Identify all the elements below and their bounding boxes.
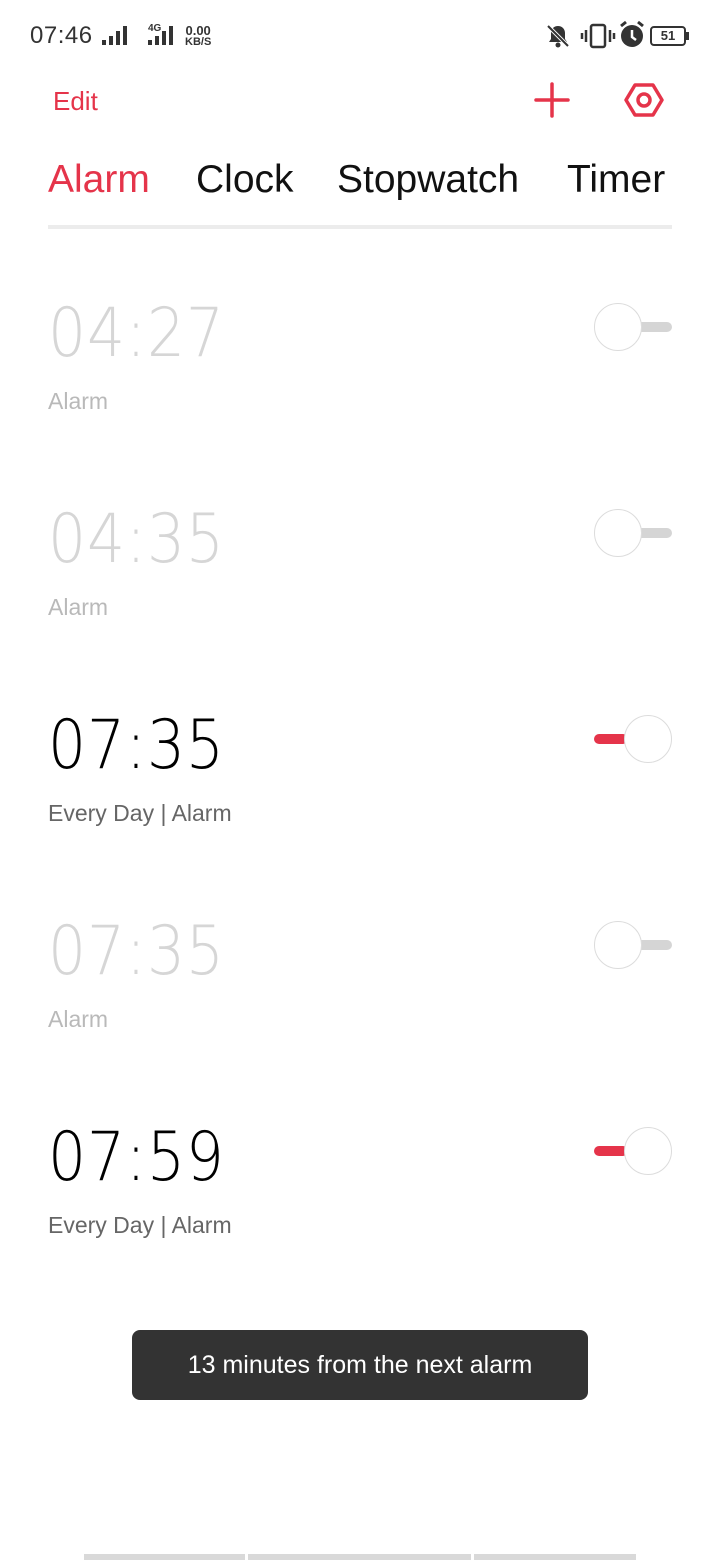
alarm-time: 04:27: [48, 294, 225, 373]
alarm-label: Alarm: [48, 388, 109, 414]
plus-icon: [534, 82, 570, 118]
tab-timer[interactable]: Timer: [567, 158, 665, 202]
alarm-time: 07:35: [48, 912, 225, 991]
status-time: 07:46: [30, 22, 93, 49]
toggle-track: [594, 734, 628, 744]
toggle-knob: [594, 921, 642, 969]
mute-icon: [546, 24, 570, 48]
tab-bar: Alarm Clock Stopwatch Timer: [48, 158, 672, 230]
alarm-toggle[interactable]: [594, 302, 672, 352]
battery-level: 51: [660, 28, 676, 43]
vibrate-icon: [580, 23, 616, 49]
nav-bar-segment[interactable]: [248, 1554, 471, 1560]
alarm-item[interactable]: 04:27 Alarm: [0, 296, 720, 476]
alarm-label: Every Day | Alarm: [48, 1212, 232, 1238]
tab-stopwatch[interactable]: Stopwatch: [337, 158, 519, 202]
alarm-toggle[interactable]: [594, 714, 672, 764]
toggle-knob: [624, 1127, 672, 1175]
signal-icon: [102, 26, 127, 45]
nav-bar-segment[interactable]: [474, 1554, 636, 1560]
toggle-knob: [594, 509, 642, 557]
edit-button[interactable]: Edit: [53, 86, 98, 117]
nav-bar-segment[interactable]: [84, 1554, 245, 1560]
4g-signal-icon: 4G: [148, 23, 173, 45]
alarm-toggle[interactable]: [594, 508, 672, 558]
toggle-knob: [624, 715, 672, 763]
battery-icon: 51: [650, 26, 690, 46]
svg-text:4G: 4G: [148, 23, 162, 34]
alarm-label: Every Day | Alarm: [48, 800, 232, 826]
add-alarm-button[interactable]: [532, 80, 572, 120]
alarm-item[interactable]: 04:35 Alarm: [0, 502, 720, 682]
alarm-label: Alarm: [48, 594, 109, 620]
toast-message: 13 minutes from the next alarm: [187, 1350, 533, 1379]
settings-button[interactable]: [624, 80, 664, 120]
tab-clock[interactable]: Clock: [196, 158, 294, 202]
toggle-track: [594, 1146, 628, 1156]
net-speed: 0.00 KB/S: [185, 24, 211, 48]
status-bar: 07:46 4G 0.00 KB/S 51: [0, 0, 720, 72]
alarm-icon: [620, 20, 644, 47]
alarm-time: 04:35: [48, 500, 225, 579]
alarm-time: 07:35: [48, 706, 225, 785]
alarm-toggle[interactable]: [594, 920, 672, 970]
next-alarm-toast: 13 minutes from the next alarm: [132, 1330, 588, 1400]
alarm-item[interactable]: 07:59 Every Day | Alarm: [0, 1120, 720, 1300]
net-speed-unit: KB/S: [185, 36, 212, 48]
tab-alarm[interactable]: Alarm: [48, 158, 150, 202]
alarm-label: Alarm: [48, 1006, 109, 1032]
alarm-toggle[interactable]: [594, 1126, 672, 1176]
alarm-item[interactable]: 07:35 Alarm: [0, 914, 720, 1094]
alarm-item[interactable]: 07:35 Every Day | Alarm: [0, 708, 720, 888]
toggle-knob: [594, 303, 642, 351]
tab-divider: [48, 225, 672, 229]
alarm-time: 07:59: [48, 1118, 225, 1197]
settings-icon: [624, 83, 664, 117]
